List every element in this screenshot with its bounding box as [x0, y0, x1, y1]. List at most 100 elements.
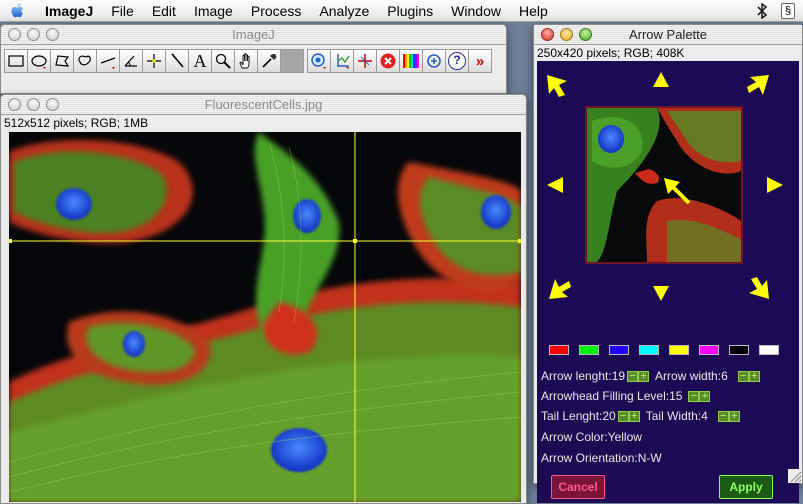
image-window: FluorescentCells.jpg 512x512 pixels; RGB… [0, 94, 527, 504]
magnifier-tool[interactable] [211, 49, 235, 73]
text-icon: A [193, 50, 207, 71]
dropper-tool[interactable] [257, 49, 281, 73]
menu-file[interactable]: File [102, 0, 143, 22]
cancel-button[interactable]: Cancel [551, 475, 605, 499]
help-tool[interactable]: ? [445, 49, 469, 73]
close-button[interactable] [8, 28, 21, 41]
image-minimize-button[interactable] [27, 98, 40, 111]
stop-icon [380, 53, 396, 69]
swatch-black[interactable] [729, 345, 749, 355]
swatch-cyan[interactable] [639, 345, 659, 355]
zoom-tool[interactable] [307, 49, 331, 73]
minimize-button[interactable] [27, 28, 40, 41]
arrow-nw-icon [547, 75, 567, 97]
menu-window[interactable]: Window [442, 0, 510, 22]
axis-tool[interactable] [330, 49, 354, 73]
arrow-color-label: Arrow Color:Yellow [541, 430, 642, 444]
crosshair-icon [147, 54, 161, 68]
more-tools[interactable]: » [468, 49, 492, 73]
palette-title: Arrow Palette [628, 27, 708, 42]
menu-image[interactable]: Image [185, 0, 242, 22]
wand-icon [171, 53, 184, 68]
swatch-blue[interactable] [609, 345, 629, 355]
palette-close-button[interactable] [541, 28, 554, 41]
fluorescent-cells-canvas[interactable] [9, 132, 521, 502]
color-picker-tool[interactable] [280, 49, 304, 73]
lut-tool[interactable] [399, 49, 423, 73]
menu-app-name[interactable]: ImageJ [36, 0, 102, 22]
arrow-n-icon [653, 72, 669, 87]
imagej-toolbar-window: ImageJ A ? » [0, 24, 507, 94]
freehand-tool[interactable] [73, 49, 97, 73]
line-tool[interactable] [96, 49, 120, 73]
arrow-palette-window: Arrow Palette 250x420 pixels; RGB; 408K [533, 24, 803, 503]
menu-bar: ImageJ File Edit Image Process Analyze P… [0, 0, 803, 22]
freehand-icon [78, 55, 91, 66]
palette-minimize-button[interactable] [560, 28, 573, 41]
rectangle-icon [8, 55, 24, 67]
menu-analyze[interactable]: Analyze [310, 0, 378, 22]
text-tool[interactable]: A [188, 49, 212, 73]
arrow-length-stepper[interactable]: − + [627, 370, 650, 382]
wand-tool[interactable] [165, 49, 189, 73]
magnifier-icon [215, 53, 231, 69]
swatch-white[interactable] [759, 345, 779, 355]
help-icon: ? [448, 52, 466, 70]
tail-width-label: Tail Width:4 [645, 409, 708, 423]
menu-help[interactable]: Help [510, 0, 557, 22]
cross-tool[interactable] [353, 49, 377, 73]
swatch-yellow[interactable] [669, 345, 689, 355]
arrow-palette-tool[interactable] [422, 49, 446, 73]
swatch-magenta[interactable] [699, 345, 719, 355]
filling-level-label: Arrowhead Filling Level:15 [541, 389, 683, 403]
arrow-palette-icon [427, 54, 441, 68]
color-swatch-icon [281, 50, 303, 72]
arrow-direction-grid [547, 72, 783, 301]
dropper-icon [262, 54, 277, 68]
apple-icon [11, 2, 24, 17]
zoom-button[interactable] [46, 28, 59, 41]
arrow-length-row: Arrow lenght:19 − + Arrow width:6 − + [541, 369, 760, 383]
arrow-e-icon [767, 177, 783, 193]
angle-tool[interactable] [119, 49, 143, 73]
apple-menu[interactable] [0, 0, 36, 22]
palette-titlebar[interactable]: Arrow Palette [534, 25, 802, 45]
arrow-width-stepper[interactable]: − + [737, 370, 760, 382]
filling-level-row: Arrowhead Filling Level:15 − + [541, 389, 711, 403]
point-tool[interactable] [142, 49, 166, 73]
resize-grip[interactable] [788, 469, 802, 483]
palette-info: 250x420 pixels; RGB; 408K [534, 45, 802, 60]
angle-icon [124, 55, 137, 67]
image-zoom-button[interactable] [46, 98, 59, 111]
filling-level-stepper[interactable]: − + [688, 390, 711, 402]
script-menu-icon[interactable]: § [779, 2, 797, 20]
tail-length-stepper[interactable]: − + [617, 410, 640, 422]
tail-length-label: Tail Lenght:20 [541, 409, 616, 423]
tail-width-stepper[interactable]: − + [717, 410, 740, 422]
menu-plugins[interactable]: Plugins [378, 0, 442, 22]
arrow-preview-image [585, 106, 743, 264]
arrow-orientation-label: Arrow Orientation:N-W [541, 451, 662, 465]
polygon-tool[interactable] [50, 49, 74, 73]
stop-tool[interactable] [376, 49, 400, 73]
rectangle-tool[interactable] [4, 49, 28, 73]
image-window-titlebar[interactable]: FluorescentCells.jpg [1, 95, 526, 115]
oval-tool[interactable] [27, 49, 51, 73]
menu-edit[interactable]: Edit [143, 0, 185, 22]
palette-canvas[interactable]: Arrow lenght:19 − + Arrow width:6 − + Arro… [537, 61, 799, 503]
swatch-green[interactable] [579, 345, 599, 355]
image-window-title: FluorescentCells.jpg [204, 97, 323, 112]
line-icon [100, 57, 116, 69]
toolbar-window-titlebar[interactable]: ImageJ [1, 25, 506, 45]
apply-button[interactable]: Apply [719, 475, 773, 499]
arrow-se-icon [749, 277, 769, 299]
image-close-button[interactable] [8, 98, 21, 111]
tool-bar: A ? » [1, 45, 506, 77]
swatch-red[interactable] [549, 345, 569, 355]
bluetooth-icon[interactable] [753, 2, 771, 20]
crosshair-red-icon [358, 54, 372, 68]
palette-zoom-button[interactable] [579, 28, 592, 41]
axis-icon [337, 54, 350, 69]
scroll-tool[interactable] [234, 49, 258, 73]
menu-process[interactable]: Process [242, 0, 311, 22]
